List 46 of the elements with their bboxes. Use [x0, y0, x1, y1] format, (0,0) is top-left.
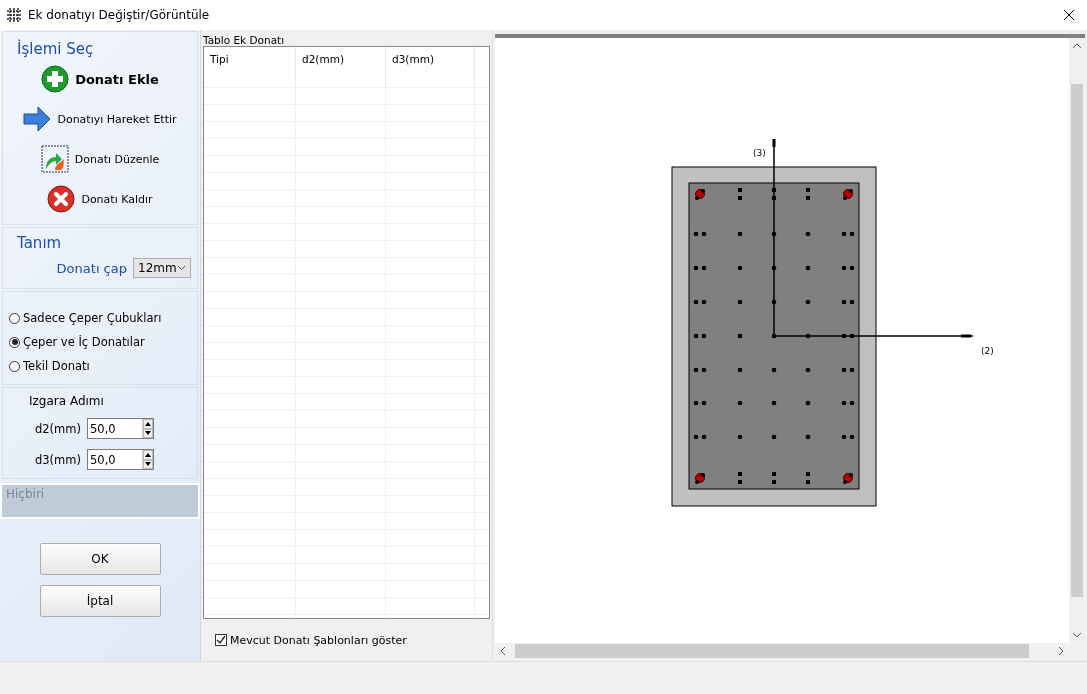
status-box: Hiçbiri	[0, 483, 200, 519]
scroll-right-icon[interactable]	[1056, 646, 1066, 656]
radio-option[interactable]: Sadece Çeper Çubukları	[9, 306, 191, 330]
chevron-down-icon	[177, 265, 186, 271]
column-header: d2(mm)	[296, 47, 386, 87]
table-title: Tablo Ek Donatı	[203, 34, 286, 46]
checkbox-label: Mevcut Donatı Şablonları göster	[230, 633, 407, 647]
close-icon[interactable]	[1063, 9, 1075, 21]
action-button[interactable]: Donatı Düzenle	[36, 140, 164, 178]
diameter-dropdown[interactable]: 12mm	[133, 258, 191, 278]
action-button[interactable]: Donatı Kaldır	[43, 180, 157, 218]
radio-button[interactable]	[9, 336, 20, 348]
dialog-button[interactable]: OK	[39, 543, 161, 575]
column-header: Tipi	[204, 47, 296, 87]
grid-app-icon	[6, 7, 22, 23]
axis-label: (2)	[981, 346, 994, 356]
arrow-right-icon	[23, 106, 52, 132]
scroll-up-icon[interactable]	[1072, 41, 1082, 51]
group-label: Izgara Adımı	[29, 394, 104, 408]
field-label: d3(mm)	[35, 452, 81, 467]
radio-option[interactable]: Tekil Donatı	[9, 354, 191, 378]
radio-button[interactable]	[9, 360, 20, 372]
scroll-down-icon[interactable]	[1072, 630, 1082, 640]
delete-icon	[47, 185, 76, 213]
radio-button[interactable]	[9, 312, 20, 324]
radio-option[interactable]: Çeper ve İç Donatılar	[9, 330, 191, 354]
edit-icon	[40, 145, 69, 173]
checkbox[interactable]	[215, 634, 227, 646]
spin-down-icon	[145, 462, 151, 467]
axis-label: (3)	[753, 148, 766, 158]
spin-up-icon	[145, 421, 151, 426]
action-button[interactable]: Donatıyı Hareket Ettir	[19, 100, 181, 138]
field-label: d2(mm)	[35, 421, 81, 436]
number-spinner[interactable]: 50,0	[87, 418, 154, 439]
scroll-left-icon[interactable]	[498, 646, 508, 656]
number-spinner[interactable]: 50,0	[87, 449, 154, 470]
plus-icon	[41, 65, 70, 93]
dialog-button[interactable]: İptal	[39, 585, 161, 617]
column-header: d3(mm)	[386, 47, 475, 87]
window-title: Ek donatıyı Değiştir/Görüntüle	[28, 8, 211, 22]
section-heading: Tanım	[17, 234, 63, 252]
section-heading: İşlemi Seç	[17, 40, 95, 58]
field-label: Donatı çap	[56, 260, 127, 276]
spin-up-icon	[145, 452, 151, 457]
spin-down-icon	[145, 431, 151, 436]
action-button[interactable]: Donatı Ekle	[37, 60, 163, 98]
